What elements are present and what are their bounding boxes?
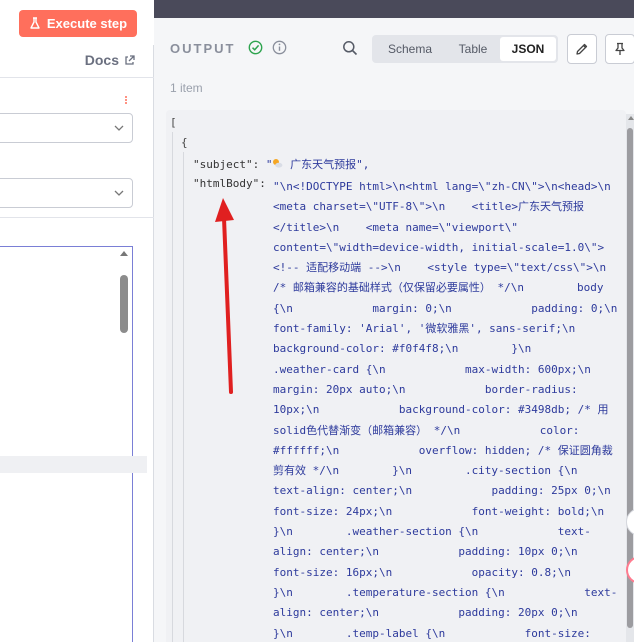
item-count: 1 item	[170, 81, 203, 95]
json-string-line: <meta charset=\"UTF-8\">\n <title>广东天气预报	[273, 200, 585, 214]
flask-icon	[30, 17, 40, 29]
editor-scrollbar-thumb[interactable]	[120, 275, 128, 333]
pin-icon	[615, 42, 625, 55]
json-string-line: align: center;\n padding: 20px 0;\n	[273, 606, 578, 620]
json-string-line: align: center;\n padding: 10px 0;\n	[273, 545, 578, 559]
kebab-menu-icon[interactable]	[124, 95, 128, 107]
json-key: "htmlBody":	[193, 177, 266, 190]
tab-table[interactable]: Table	[446, 37, 500, 61]
execute-step-label: Execute step	[46, 16, 128, 31]
info-icon[interactable]	[272, 40, 287, 55]
json-string-line: 剪有效 */\n }\n .city-section {\n	[273, 464, 578, 478]
tab-schema[interactable]: Schema	[374, 37, 446, 61]
json-string-line: background-color: #f0f4f8;\n }\n	[273, 342, 532, 356]
scroll-up-arrow-icon[interactable]	[628, 116, 634, 120]
json-row-subject: "subject": " 广东天气预报",	[193, 156, 369, 172]
parameter-select-2[interactable]	[0, 178, 133, 208]
edit-output-button[interactable]	[567, 34, 597, 64]
tab-json[interactable]: JSON	[500, 37, 556, 61]
json-key-htmlbody: "htmlBody":	[193, 177, 266, 190]
editor-active-line	[0, 456, 147, 473]
json-open-brace: {	[181, 136, 188, 149]
pencil-icon	[576, 43, 588, 55]
json-string-line: {\n margin: 0;\n padding: 0;\n	[273, 301, 618, 315]
view-mode-tabs: Schema Table JSON	[372, 35, 558, 63]
json-string-line: /* 邮箱兼容的基础样式（仅保留必要属性） */\n body	[273, 281, 604, 295]
parameter-select-1[interactable]	[0, 113, 133, 143]
docs-link[interactable]: Docs	[85, 52, 135, 68]
indent-guide	[183, 152, 184, 642]
chevron-down-icon	[114, 190, 124, 196]
divider	[0, 217, 154, 218]
json-string-line: </title>\n <meta name=\"viewport\"	[273, 220, 519, 234]
json-string-line: "\n<!DOCTYPE html>\n<html lang=\"zh-CN\"…	[273, 180, 611, 193]
json-string-line: }\n .temp-label {\n font-size:	[273, 626, 591, 640]
json-string-line: solid色代替渐变（邮箱兼容） */\n color:	[273, 423, 580, 437]
json-string-line: margin: 20px auto;\n border-radius:	[273, 382, 578, 396]
json-string-line: text-align: center;\n padding: 25px 0;\n	[273, 484, 611, 498]
json-string-line: content=\"width=device-width, initial-sc…	[273, 240, 605, 254]
json-string-line: font-family: 'Arial', '微软雅黑', sans-serif…	[273, 322, 576, 336]
top-bar	[154, 0, 634, 18]
red-annotation-arrow	[215, 198, 234, 394]
json-key: "subject":	[193, 158, 260, 171]
chevron-down-icon	[114, 125, 124, 131]
code-editor[interactable]	[0, 246, 133, 642]
json-string-line: <!-- 适配移动端 -->\n <style type=\"text/css\…	[273, 261, 607, 275]
success-check-icon	[248, 40, 263, 55]
sun-cloud-emoji-icon	[273, 159, 283, 168]
json-string-value: " 广东天气预报",	[265, 158, 370, 171]
indent-guide	[172, 132, 173, 642]
json-open-bracket: [	[170, 116, 177, 129]
docs-label: Docs	[84, 52, 119, 68]
json-string-line: font-size: 16px;\n opacity: 0.8;\n	[273, 565, 572, 579]
left-panel: Execute step Docs	[0, 0, 154, 642]
pin-output-button[interactable]	[605, 34, 634, 64]
json-scrollbar-thumb[interactable]	[627, 128, 633, 628]
json-string-line: font-size: 24px;\n font-weight: bold;\n	[273, 504, 605, 518]
divider	[0, 77, 154, 78]
json-string-line: .weather-card {\n max-width: 600px;\n	[273, 362, 591, 376]
json-string-line: #ffffff;\n overflow: hidden; /* 保证圆角裁	[273, 443, 613, 457]
execute-step-button[interactable]: Execute step	[19, 10, 137, 37]
scroll-up-arrow-icon[interactable]	[120, 251, 128, 256]
search-icon[interactable]	[342, 40, 358, 56]
external-link-icon	[125, 54, 135, 65]
output-title: OUTPUT	[170, 41, 236, 56]
json-string-line: }\n .temperature-section {\n text-	[273, 585, 618, 599]
json-string-line: 10px;\n background-color: #3498db; /* 用	[273, 403, 609, 417]
json-htmlbody-value: "\n<!DOCTYPE html>\n<html lang=\"zh-CN\"…	[273, 177, 618, 642]
json-string-line: }\n .weather-section {\n text-	[273, 525, 591, 539]
